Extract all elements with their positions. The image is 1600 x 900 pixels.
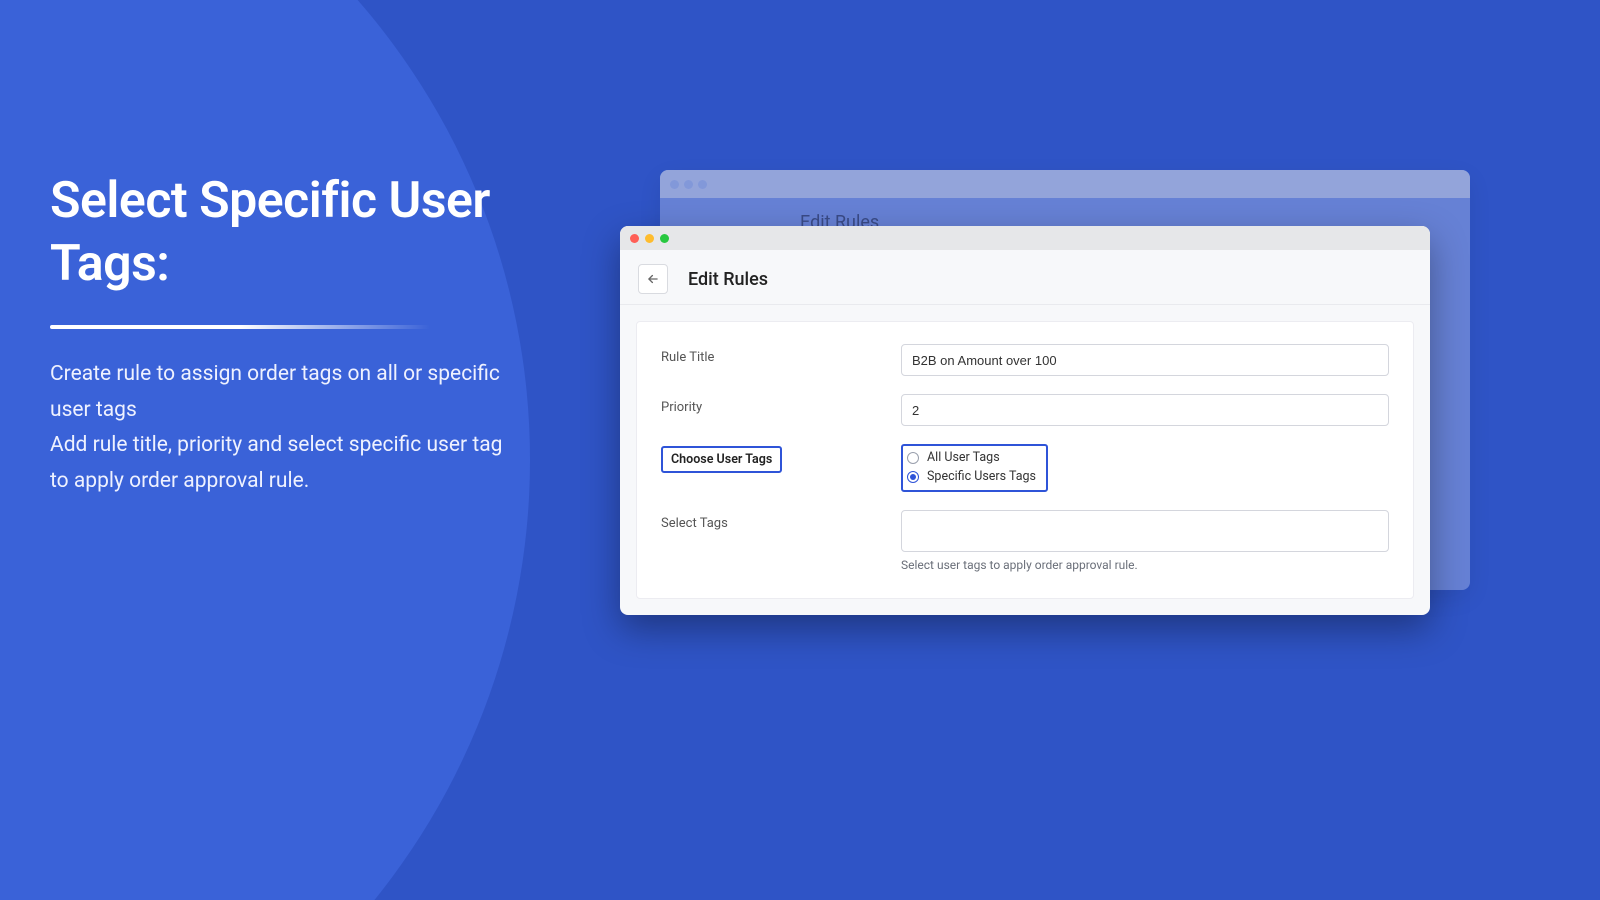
back-button[interactable] bbox=[638, 264, 668, 294]
form-panel: Rule Title Priority Choose User Tags bbox=[636, 321, 1414, 599]
traffic-light-zoom-icon bbox=[698, 180, 707, 189]
traffic-light-minimize-icon[interactable] bbox=[645, 234, 654, 243]
marketing-copy: Select Specific User Tags: Create rule t… bbox=[50, 170, 510, 500]
radio-icon bbox=[907, 452, 919, 464]
traffic-light-zoom-icon[interactable] bbox=[660, 234, 669, 243]
window-title: Edit Rules bbox=[688, 269, 768, 290]
label-choose-user-tags: Choose User Tags bbox=[661, 446, 782, 473]
divider bbox=[50, 325, 430, 329]
marketing-body: Create rule to assign order tags on all … bbox=[50, 357, 510, 500]
radio-label: All User Tags bbox=[927, 450, 1000, 465]
user-tags-radio-group: All User Tags Specific Users Tags bbox=[901, 444, 1048, 492]
arrow-left-icon bbox=[646, 272, 660, 286]
traffic-light-close-icon[interactable] bbox=[630, 234, 639, 243]
row-rule-title: Rule Title bbox=[661, 344, 1389, 376]
label-select-tags: Select Tags bbox=[661, 510, 901, 531]
row-select-tags: Select Tags Select user tags to apply or… bbox=[661, 510, 1389, 572]
row-priority: Priority bbox=[661, 394, 1389, 426]
traffic-light-close-icon bbox=[670, 180, 679, 189]
edit-rules-window: Edit Rules Rule Title Priority Choose Us… bbox=[620, 226, 1430, 615]
radio-icon bbox=[907, 471, 919, 483]
window-titlebar bbox=[620, 226, 1430, 250]
label-priority: Priority bbox=[661, 394, 901, 415]
rule-title-input[interactable] bbox=[901, 344, 1389, 376]
radio-specific-users-tags[interactable]: Specific Users Tags bbox=[907, 467, 1036, 486]
window-titlebar bbox=[660, 170, 1470, 198]
select-tags-helper: Select user tags to apply order approval… bbox=[901, 558, 1389, 572]
marketing-title: Select Specific User Tags: bbox=[50, 170, 510, 295]
radio-all-user-tags[interactable]: All User Tags bbox=[907, 448, 1036, 467]
select-tags-input[interactable] bbox=[901, 510, 1389, 552]
label-rule-title: Rule Title bbox=[661, 344, 901, 365]
radio-label: Specific Users Tags bbox=[927, 469, 1036, 484]
traffic-light-minimize-icon bbox=[684, 180, 693, 189]
row-choose-user-tags: Choose User Tags All User Tags Specific … bbox=[661, 444, 1389, 492]
priority-input[interactable] bbox=[901, 394, 1389, 426]
